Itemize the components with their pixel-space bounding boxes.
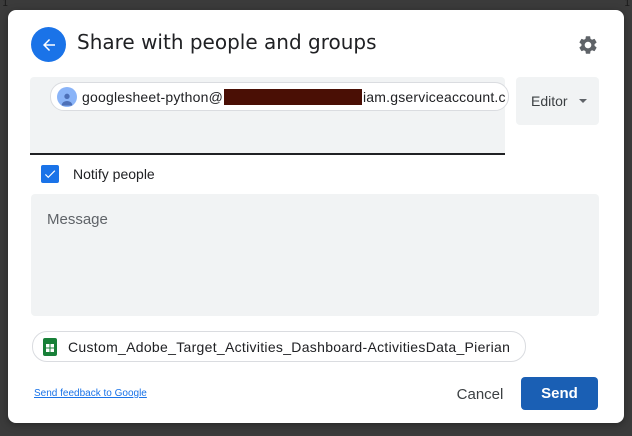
google-sheets-icon bbox=[43, 337, 57, 356]
caret-down-icon bbox=[579, 99, 587, 103]
notify-people-checkbox[interactable] bbox=[41, 165, 59, 183]
background-edge-mark-right: 1 bbox=[624, 0, 631, 9]
recipient-chip[interactable]: googlesheet-python@ iam.gserviceaccount.… bbox=[50, 82, 509, 111]
message-placeholder: Message bbox=[47, 211, 108, 228]
redaction-block bbox=[224, 88, 362, 105]
send-feedback-link[interactable]: Send feedback to Google bbox=[34, 388, 147, 399]
recipient-email-suffix: iam.gserviceaccount.c bbox=[363, 88, 506, 105]
notify-people-label: Notify people bbox=[73, 166, 155, 182]
background-edge-mark-left: 1 bbox=[2, 0, 9, 9]
back-button[interactable] bbox=[31, 27, 66, 62]
checkmark-icon bbox=[44, 170, 56, 179]
avatar bbox=[57, 86, 77, 107]
dialog-title: Share with people and groups bbox=[77, 30, 377, 54]
shared-file-name: Custom_Adobe_Target_Activities_Dashboard… bbox=[68, 338, 511, 355]
settings-button[interactable] bbox=[575, 32, 601, 58]
role-dropdown[interactable]: Editor bbox=[516, 77, 599, 125]
share-dialog: Share with people and groups googlesheet… bbox=[8, 10, 624, 423]
role-dropdown-value: Editor bbox=[531, 93, 568, 109]
message-textarea[interactable]: Message bbox=[31, 194, 599, 316]
send-button[interactable]: Send bbox=[521, 377, 598, 410]
recipient-email-prefix: googlesheet-python@ bbox=[82, 88, 223, 105]
shared-file-chip: Custom_Adobe_Target_Activities_Dashboard… bbox=[32, 331, 526, 362]
person-icon bbox=[61, 93, 73, 106]
arrow-back-icon bbox=[42, 38, 55, 51]
background-edge-marks: 1 1 bbox=[0, 0, 632, 10]
gear-icon bbox=[579, 36, 597, 54]
recipients-field[interactable]: googlesheet-python@ iam.gserviceaccount.… bbox=[30, 77, 509, 155]
cancel-button[interactable]: Cancel bbox=[446, 377, 514, 411]
